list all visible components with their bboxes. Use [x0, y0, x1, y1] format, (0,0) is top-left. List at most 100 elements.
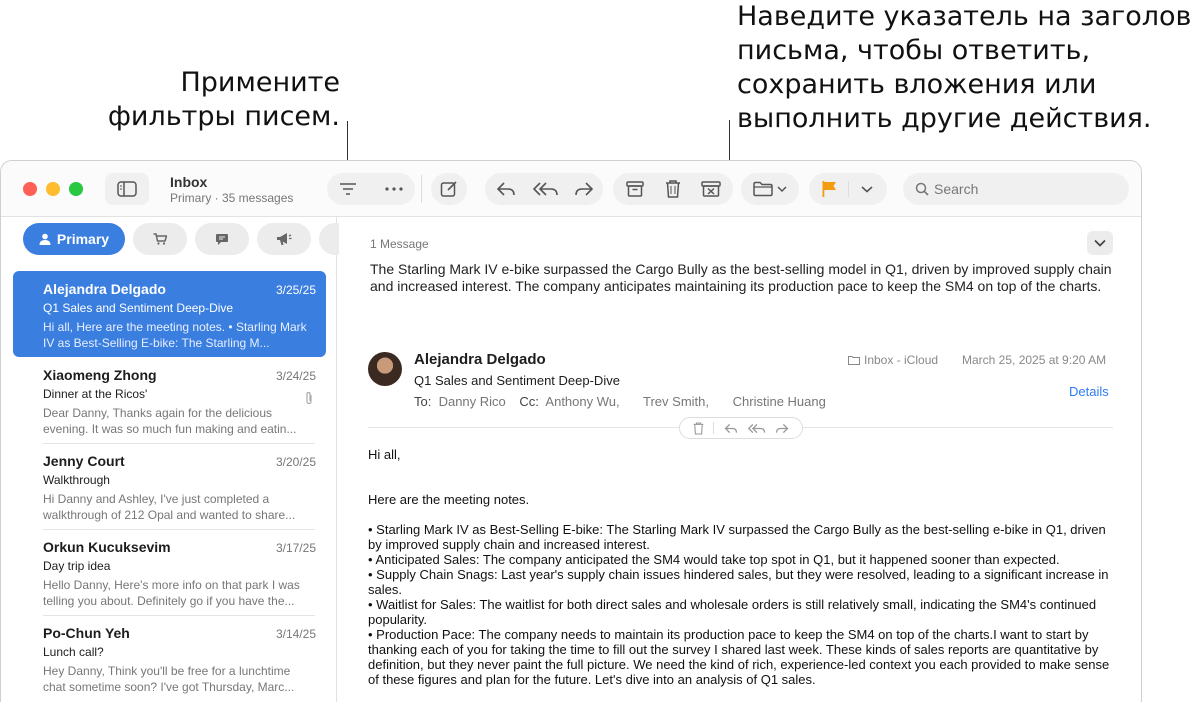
- archive-icon: [626, 181, 644, 197]
- cc-recipient[interactable]: Trev Smith,: [643, 394, 709, 409]
- body-bullet: • Supply Chain Snags: Last year's supply…: [368, 567, 1109, 597]
- junk-button[interactable]: [695, 173, 727, 205]
- message-list-pane: Primary Alejandra Delgado 3/25/25 Q1 Sal…: [1, 217, 339, 702]
- message-subject: Q1 Sales and Sentiment Deep-Dive: [43, 301, 234, 315]
- message-bubble-icon: [216, 233, 228, 245]
- hover-callout-line-2: письма, чтобы ответить,: [737, 35, 1091, 66]
- reply-all-icon: [533, 182, 558, 196]
- message-body: Hi all, Here are the meeting notes. • St…: [368, 447, 1113, 687]
- category-primary-tab[interactable]: Primary: [23, 223, 125, 255]
- flag-menu-button[interactable]: [853, 173, 881, 205]
- trash-button[interactable]: [657, 173, 689, 205]
- header-mailbox: Inbox - iCloud: [848, 353, 938, 367]
- folder-icon: [848, 356, 860, 365]
- more-button[interactable]: [379, 173, 409, 205]
- cc-label: Cc:: [519, 394, 539, 409]
- close-window-button[interactable]: [23, 182, 37, 196]
- reply-all-icon[interactable]: [747, 423, 766, 434]
- message-date: 3/24/25: [275, 369, 316, 383]
- hover-actions-separator: [713, 422, 715, 434]
- filter-button[interactable]: [333, 173, 363, 205]
- zoom-window-button[interactable]: [69, 182, 83, 196]
- mailbox-title: Inbox: [170, 174, 208, 190]
- message-preview: Dear Danny, Thanks again for the delicio…: [43, 406, 297, 436]
- header-sender: Alejandra Delgado: [414, 351, 546, 368]
- hover-callout: Наведите указатель на заголовок письма, …: [737, 0, 1192, 136]
- message-date: 3/14/25: [275, 627, 316, 641]
- body-bullet: • Waitlist for Sales: The waitlist for b…: [368, 597, 1097, 627]
- search-field[interactable]: Search: [903, 173, 1129, 205]
- cart-icon: [153, 233, 167, 245]
- toolbar: Inbox Primary · 35 messages Search: [1, 161, 1141, 217]
- filter-icon: [340, 183, 356, 195]
- body-bullet: • Production Pace: The company needs to …: [368, 627, 1110, 687]
- move-to-mailbox-button[interactable]: [741, 173, 799, 205]
- hover-callout-line-4: выполнить другие действия.: [737, 103, 1152, 134]
- compose-button[interactable]: [431, 173, 467, 205]
- search-icon: [915, 182, 929, 196]
- sidebar-toggle-button[interactable]: [105, 173, 149, 205]
- sidebar-icon: [117, 181, 137, 197]
- body-intro: Here are the meeting notes.: [368, 492, 530, 507]
- trash-icon: [666, 180, 680, 198]
- cc-recipient[interactable]: Christine Huang: [733, 394, 826, 409]
- category-more-tab[interactable]: [319, 223, 339, 255]
- header-mailbox-label: Inbox - iCloud: [864, 353, 939, 367]
- message-item[interactable]: Po-Chun Yeh 3/14/25 Lunch call? Hey Dann…: [13, 615, 326, 701]
- message-preview: Hi Danny and Ashley, I've just completed…: [43, 492, 296, 522]
- flag-icon: [822, 181, 836, 197]
- mail-window: Inbox Primary · 35 messages Search Prima…: [0, 160, 1142, 702]
- details-link[interactable]: Details: [1069, 384, 1109, 399]
- trash-icon[interactable]: [693, 421, 704, 435]
- filter-callout-line-2: фильтры писем.: [107, 101, 340, 132]
- chevron-down-icon: [1094, 239, 1106, 247]
- message-preview: Hey Danny, Think you'll be free for a lu…: [43, 664, 295, 694]
- message-subject: Day trip idea: [43, 559, 111, 573]
- category-updates-tab[interactable]: [195, 223, 249, 255]
- message-count: 1 Message: [370, 237, 429, 251]
- reply-icon: [496, 182, 515, 196]
- header-date: March 25, 2025 at 9:20 AM: [962, 353, 1107, 367]
- message-item[interactable]: Jenny Court 3/20/25 Walkthrough Hi Danny…: [13, 443, 326, 529]
- message-subject: Walkthrough: [43, 473, 110, 487]
- reply-all-button[interactable]: [529, 173, 563, 205]
- message-item[interactable]: Xiaomeng Zhong 3/24/25 Dinner at the Ric…: [13, 357, 326, 443]
- megaphone-icon: [277, 233, 292, 245]
- collapse-summary-button[interactable]: [1087, 231, 1113, 255]
- category-promotions-tab[interactable]: [257, 223, 311, 255]
- minimize-window-button[interactable]: [46, 182, 60, 196]
- archive-button[interactable]: [619, 173, 651, 205]
- message-item[interactable]: Alejandra Delgado 3/25/25 Q1 Sales and S…: [13, 271, 326, 357]
- message-item[interactable]: Orkun Kucuksevim 3/17/25 Day trip idea H…: [13, 529, 326, 615]
- message-subject: Lunch call?: [43, 645, 104, 659]
- message-date: 3/25/25: [275, 283, 316, 297]
- paperclip-icon: [306, 391, 312, 405]
- filter-callout: Примените фильтры писем.: [100, 66, 340, 134]
- flag-button[interactable]: [813, 173, 845, 205]
- folder-icon: [753, 181, 773, 197]
- cc-recipient[interactable]: Anthony Wu,: [545, 394, 619, 409]
- reply-button[interactable]: [491, 173, 521, 205]
- message-subject: Dinner at the Ricos': [43, 387, 148, 401]
- to-label: To:: [414, 394, 432, 409]
- chevron-down-icon: [861, 186, 873, 193]
- header-hover-actions: [679, 417, 803, 439]
- forward-icon: [575, 182, 594, 196]
- hover-callout-line-3: сохранить вложения или: [737, 69, 1097, 100]
- category-primary-label: Primary: [56, 231, 110, 247]
- category-transactions-tab[interactable]: [133, 223, 187, 255]
- ellipsis-icon: [385, 187, 403, 191]
- forward-icon[interactable]: [775, 423, 789, 434]
- avatar: [368, 352, 402, 386]
- reading-pane: 1 Message The Starling Mark IV e-bike su…: [338, 217, 1141, 702]
- reply-icon[interactable]: [724, 423, 738, 434]
- toolbar-separator: [421, 175, 422, 203]
- filter-callout-line-1: Примените: [180, 67, 340, 98]
- mailbox-subtitle: Primary · 35 messages: [170, 191, 294, 205]
- body-greeting: Hi all,: [368, 447, 401, 462]
- person-icon: [39, 233, 51, 245]
- to-recipient[interactable]: Danny Rico: [439, 394, 506, 409]
- forward-button[interactable]: [569, 173, 599, 205]
- header-recipients: To: Danny Rico Cc: Anthony Wu, Trev Smit…: [414, 394, 826, 409]
- thread-summary: The Starling Mark IV e-bike surpassed th…: [370, 261, 1112, 294]
